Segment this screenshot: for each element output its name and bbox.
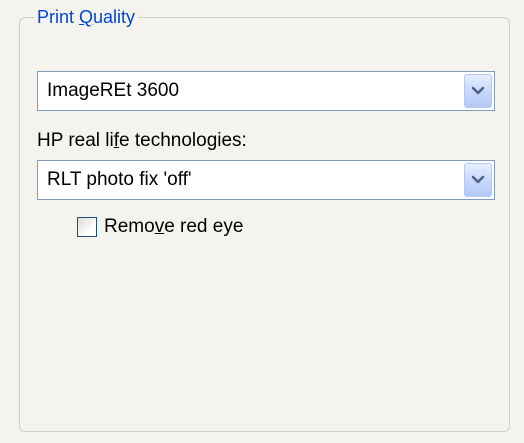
- print-quality-selected-value: ImageREt 3600: [47, 80, 180, 101]
- hp-real-life-label-suffix: e technologies:: [119, 130, 247, 151]
- print-quality-dropdown-button[interactable]: [464, 74, 492, 108]
- hp-real-life-label-prefix: HP real li: [37, 130, 114, 151]
- hp-real-life-dropdown[interactable]: RLT photo fix 'off': [37, 160, 495, 200]
- group-title-prefix: Print: [37, 7, 80, 27]
- remove-red-eye-label-mnemonic: v: [154, 216, 165, 237]
- print-quality-group-title: Print Quality: [34, 4, 139, 30]
- group-title-suffix: uality: [93, 7, 136, 27]
- remove-red-eye-label[interactable]: Remove red eye: [104, 215, 243, 239]
- remove-red-eye-checkbox[interactable]: [77, 217, 97, 237]
- chevron-down-icon: [471, 86, 485, 95]
- hp-real-life-label: HP real life technologies:: [37, 128, 247, 154]
- group-title-mnemonic: Q: [79, 7, 94, 27]
- print-quality-dropdown[interactable]: ImageREt 3600: [37, 71, 495, 111]
- remove-red-eye-label-suffix: e red eye: [164, 216, 244, 237]
- chevron-down-icon: [471, 175, 485, 184]
- hp-real-life-selected-value: RLT photo fix 'off': [47, 169, 192, 190]
- hp-real-life-dropdown-button[interactable]: [464, 163, 492, 197]
- remove-red-eye-label-prefix: Remo: [104, 216, 155, 237]
- remove-red-eye-option[interactable]: Remove red eye: [77, 215, 243, 239]
